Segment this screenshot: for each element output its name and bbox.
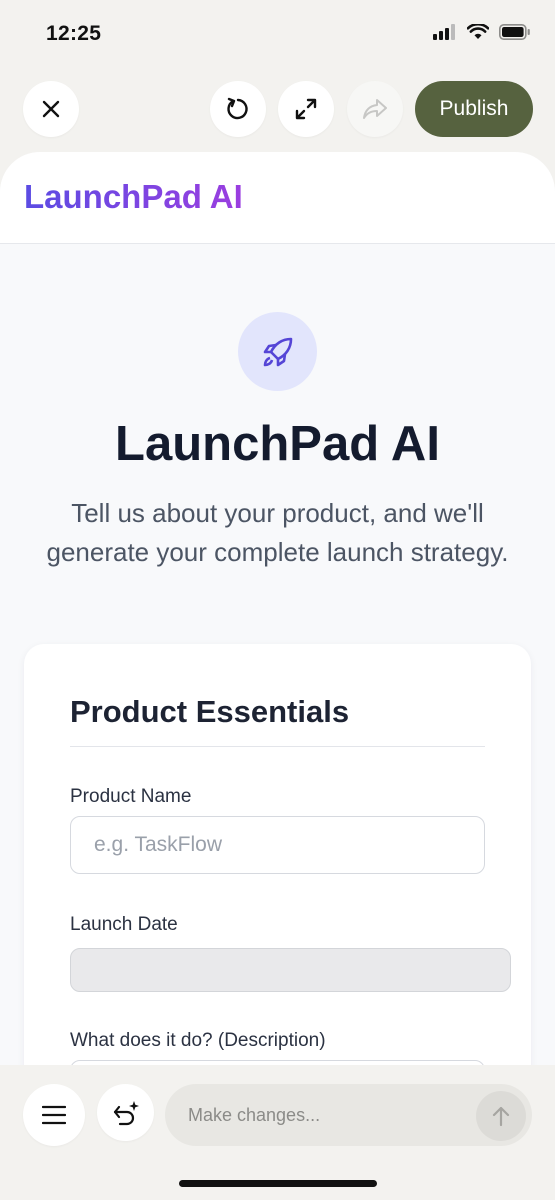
undo-button[interactable] <box>97 1084 154 1141</box>
expand-button[interactable] <box>278 81 334 137</box>
hero-icon-badge <box>238 312 317 391</box>
status-bar: 12:25 <box>0 0 555 70</box>
menu-button[interactable] <box>23 1084 85 1146</box>
refresh-button[interactable] <box>210 81 266 137</box>
cellular-signal-icon <box>433 24 455 40</box>
share-icon <box>363 99 387 119</box>
launch-date-label: Launch Date <box>70 914 178 935</box>
battery-icon <box>499 24 530 40</box>
undo-sparkle-icon <box>113 1100 139 1125</box>
launch-date-input[interactable] <box>70 948 511 992</box>
description-label: What does it do? (Description) <box>70 1030 326 1051</box>
app-preview: LaunchPad AI LaunchPad AI Tell us about … <box>0 152 555 1065</box>
hero-title: LaunchPad AI <box>115 417 440 471</box>
refresh-icon <box>227 97 248 120</box>
section-divider <box>70 746 485 747</box>
menu-icon <box>42 1105 66 1125</box>
expand-icon <box>295 98 317 120</box>
home-indicator <box>179 1180 377 1187</box>
app-header: LaunchPad AI <box>0 152 555 244</box>
product-name-placeholder: e.g. TaskFlow <box>94 833 222 856</box>
prompt-placeholder: Make changes... <box>188 1104 321 1125</box>
section-title: Product Essentials <box>70 694 350 729</box>
wifi-icon <box>467 24 489 39</box>
bottom-bar: Make changes... <box>0 1065 555 1200</box>
close-icon <box>42 100 60 118</box>
rocket-icon <box>263 337 292 366</box>
arrow-up-icon <box>492 1106 510 1127</box>
product-name-input[interactable]: e.g. TaskFlow <box>70 816 485 874</box>
product-name-label: Product Name <box>70 786 192 807</box>
status-time: 12:25 <box>46 22 102 45</box>
close-button[interactable] <box>23 81 79 137</box>
hero-subtitle: Tell us about your product, and we'll ge… <box>46 498 509 567</box>
share-button[interactable] <box>347 81 403 137</box>
form-card: Product Essentials Product Name e.g. Tas… <box>24 644 531 1065</box>
status-icons <box>433 24 531 40</box>
send-button[interactable] <box>476 1091 526 1141</box>
prompt-input[interactable]: Make changes... <box>165 1084 532 1146</box>
brand-logo[interactable]: LaunchPad AI <box>24 178 243 216</box>
publish-button[interactable]: Publish <box>415 81 533 137</box>
